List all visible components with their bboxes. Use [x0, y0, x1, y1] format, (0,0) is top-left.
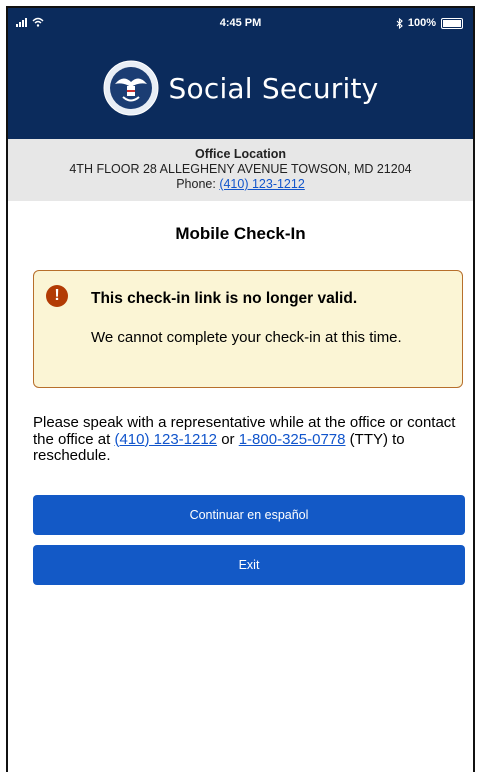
status-bar: 4:45 PM 100%	[8, 14, 473, 34]
exit-button[interactable]: Exit	[33, 544, 465, 585]
phone-screen: 4:45 PM 100% Social Security Office Loca	[6, 6, 475, 772]
tty-phone-link[interactable]: 1-800-325-0778	[239, 431, 346, 448]
brand: Social Security	[8, 60, 473, 116]
header-bar: 4:45 PM 100% Social Security	[8, 8, 473, 139]
error-alert: ! This check-in link is no longer valid.…	[33, 270, 463, 388]
brand-name: Social Security	[168, 71, 379, 105]
alert-title: This check-in link is no longer valid.	[91, 290, 358, 307]
bluetooth-icon	[396, 17, 403, 29]
battery-icon	[441, 17, 463, 29]
page-title: Mobile Check-In	[175, 224, 306, 243]
reschedule-info: Please speak with a representative while…	[33, 414, 465, 465]
ssa-seal-icon	[103, 60, 159, 116]
battery-percent: 100%	[407, 17, 436, 29]
alert-message: We cannot complete your check-in at this…	[91, 329, 402, 346]
office-address: 4TH FLOOR 28 ALLEGHENY AVENUE TOWSON, MD…	[69, 162, 412, 176]
exclamation-icon: !	[46, 285, 68, 307]
office-phone-label: Phone:	[176, 177, 216, 191]
office-phone-link-2[interactable]: (410) 123-1212	[114, 431, 217, 448]
office-phone-line: Phone: (410) 123-1212	[8, 177, 473, 192]
office-phone-link[interactable]: (410) 123-1212	[219, 177, 304, 191]
status-right: 100%	[396, 17, 463, 29]
office-location: Office Location 4TH FLOOR 28 ALLEGHENY A…	[8, 139, 473, 201]
info-text-2: or	[221, 430, 235, 448]
spanish-button[interactable]: Continuar en español	[33, 494, 465, 535]
office-title: Office Location	[195, 147, 286, 161]
